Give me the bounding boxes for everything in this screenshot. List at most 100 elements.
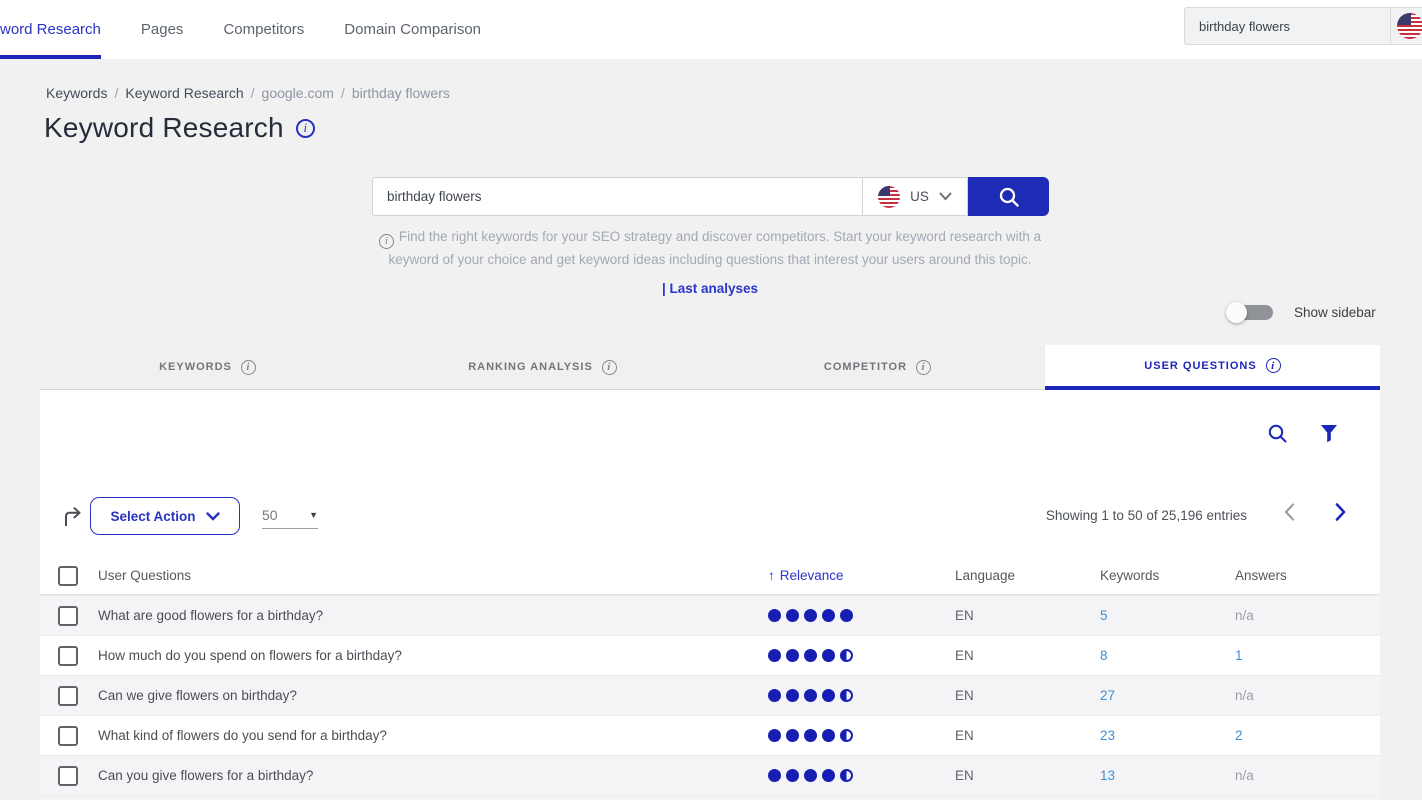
tab-ranking-analysis[interactable]: RANKING ANALYSISi: [375, 345, 710, 390]
keywords-count-link[interactable]: 5: [1100, 608, 1235, 623]
answers-count[interactable]: 1: [1235, 648, 1380, 663]
relevance-dots: [768, 689, 955, 702]
row-checkbox[interactable]: [58, 766, 78, 786]
row-checkbox[interactable]: [58, 646, 78, 666]
info-icon[interactable]: i: [1266, 358, 1281, 373]
language-value: EN: [955, 688, 1100, 703]
relevance-dot: [786, 769, 799, 782]
tab-user-questions[interactable]: USER QUESTIONS i: [1045, 345, 1380, 390]
keyword-search-input[interactable]: birthday flowers: [372, 177, 862, 216]
relevance-dot: [768, 729, 781, 742]
relevance-dots: [768, 769, 955, 782]
tab-keywords[interactable]: KEYWORDSi: [40, 345, 375, 390]
search-button[interactable]: [968, 177, 1049, 216]
table-row-partial: [40, 795, 1380, 800]
country-selector[interactable]: US: [862, 177, 968, 216]
relevance-dots: [768, 729, 955, 742]
language-value: EN: [955, 648, 1100, 663]
relevance-dots: [768, 649, 955, 662]
info-icon[interactable]: i: [296, 119, 315, 138]
relevance-dot: [804, 649, 817, 662]
row-checkbox[interactable]: [58, 606, 78, 626]
relevance-dot: [840, 729, 853, 742]
filter-button[interactable]: [1320, 424, 1338, 443]
description-line-1: Find the right keywords for your SEO str…: [399, 229, 1041, 244]
row-checkbox[interactable]: [58, 726, 78, 746]
top-nav: word Research Pages Competitors Domain C…: [0, 0, 521, 59]
question-text: Can you give flowers for a birthday?: [98, 768, 768, 783]
top-navigation-bar: word Research Pages Competitors Domain C…: [0, 0, 1422, 59]
answers-count[interactable]: n/a: [1235, 768, 1380, 783]
table-row: How much do you spend on flowers for a b…: [40, 635, 1380, 675]
relevance-dot: [822, 689, 835, 702]
relevance-dot: [840, 609, 853, 622]
relevance-dot: [840, 689, 853, 702]
nav-item-competitors[interactable]: Competitors: [223, 0, 304, 59]
export-button[interactable]: [60, 505, 83, 533]
select-all-checkbox[interactable]: [58, 566, 78, 586]
relevance-dot: [804, 609, 817, 622]
column-header-answers[interactable]: Answers: [1235, 568, 1380, 583]
breadcrumb-separator: /: [114, 85, 118, 101]
breadcrumb: Keywords / Keyword Research / google.com…: [46, 85, 450, 101]
keywords-count-link[interactable]: 13: [1100, 768, 1235, 783]
table-search-button[interactable]: [1267, 423, 1288, 444]
results-panel: KEYWORDSi RANKING ANALYSISi COMPETITORi …: [40, 345, 1380, 800]
chevron-left-icon: [1284, 503, 1295, 521]
nav-item-label: Domain Comparison: [344, 21, 481, 38]
previous-page-button[interactable]: [1284, 503, 1295, 521]
breadcrumb-keyword-research[interactable]: Keyword Research: [125, 85, 243, 101]
keyword-search-value: birthday flowers: [387, 189, 482, 204]
info-icon[interactable]: i: [916, 360, 931, 375]
select-action-dropdown[interactable]: Select Action: [90, 497, 240, 535]
answers-count[interactable]: n/a: [1235, 608, 1380, 623]
tab-competitor[interactable]: COMPETITORi: [710, 345, 1045, 390]
column-header-user-questions[interactable]: User Questions: [98, 568, 768, 583]
relevance-dot: [768, 689, 781, 702]
column-header-keywords[interactable]: Keywords: [1100, 568, 1235, 583]
nav-item-pages[interactable]: Pages: [141, 0, 184, 59]
info-icon[interactable]: i: [241, 360, 256, 375]
page-size-value: 50: [262, 507, 278, 523]
relevance-dot: [768, 769, 781, 782]
topbar-search-box[interactable]: birthday flowers: [1184, 7, 1422, 45]
relevance-dot: [804, 689, 817, 702]
breadcrumb-keywords[interactable]: Keywords: [46, 85, 107, 101]
relevance-dot: [786, 689, 799, 702]
show-sidebar-toggle[interactable]: [1228, 305, 1273, 320]
search-icon: [1267, 423, 1288, 444]
breadcrumb-separator: /: [341, 85, 345, 101]
chevron-right-icon: [1335, 503, 1346, 521]
keywords-count-link[interactable]: 8: [1100, 648, 1235, 663]
page-size-select[interactable]: 50 ▼: [262, 501, 318, 529]
export-arrow-icon: [60, 505, 83, 528]
select-action-label: Select Action: [110, 509, 195, 524]
relevance-dot: [786, 649, 799, 662]
answers-count[interactable]: n/a: [1235, 688, 1380, 703]
relevance-dot: [822, 609, 835, 622]
us-flag-icon[interactable]: [1397, 13, 1422, 39]
answers-count[interactable]: 2: [1235, 728, 1380, 743]
relevance-dot: [768, 609, 781, 622]
row-checkbox[interactable]: [58, 686, 78, 706]
keywords-count-link[interactable]: 23: [1100, 728, 1235, 743]
tab-label: USER QUESTIONS: [1144, 360, 1256, 372]
search-description: iFind the right keywords for your SEO st…: [360, 226, 1060, 300]
column-header-language[interactable]: Language: [955, 568, 1100, 583]
column-header-relevance[interactable]: ↑ Relevance: [768, 568, 955, 583]
breadcrumb-domain[interactable]: google.com: [262, 85, 334, 101]
language-value: EN: [955, 608, 1100, 623]
next-page-button[interactable]: [1335, 503, 1346, 521]
relevance-dots: [768, 609, 955, 622]
info-icon[interactable]: i: [602, 360, 617, 375]
breadcrumb-separator: /: [251, 85, 255, 101]
nav-item-domain-comparison[interactable]: Domain Comparison: [344, 0, 481, 59]
sort-asc-icon: ↑: [768, 568, 775, 583]
keywords-count-link[interactable]: 27: [1100, 688, 1235, 703]
topbar-search-input[interactable]: birthday flowers: [1185, 19, 1390, 34]
nav-item-keyword-research[interactable]: word Research: [0, 0, 101, 59]
column-header-label: Relevance: [780, 568, 844, 583]
table-row: Can we give flowers on birthday? EN 27 n…: [40, 675, 1380, 715]
divider: [1390, 8, 1391, 44]
last-analyses-link[interactable]: | Last analyses: [662, 278, 758, 300]
